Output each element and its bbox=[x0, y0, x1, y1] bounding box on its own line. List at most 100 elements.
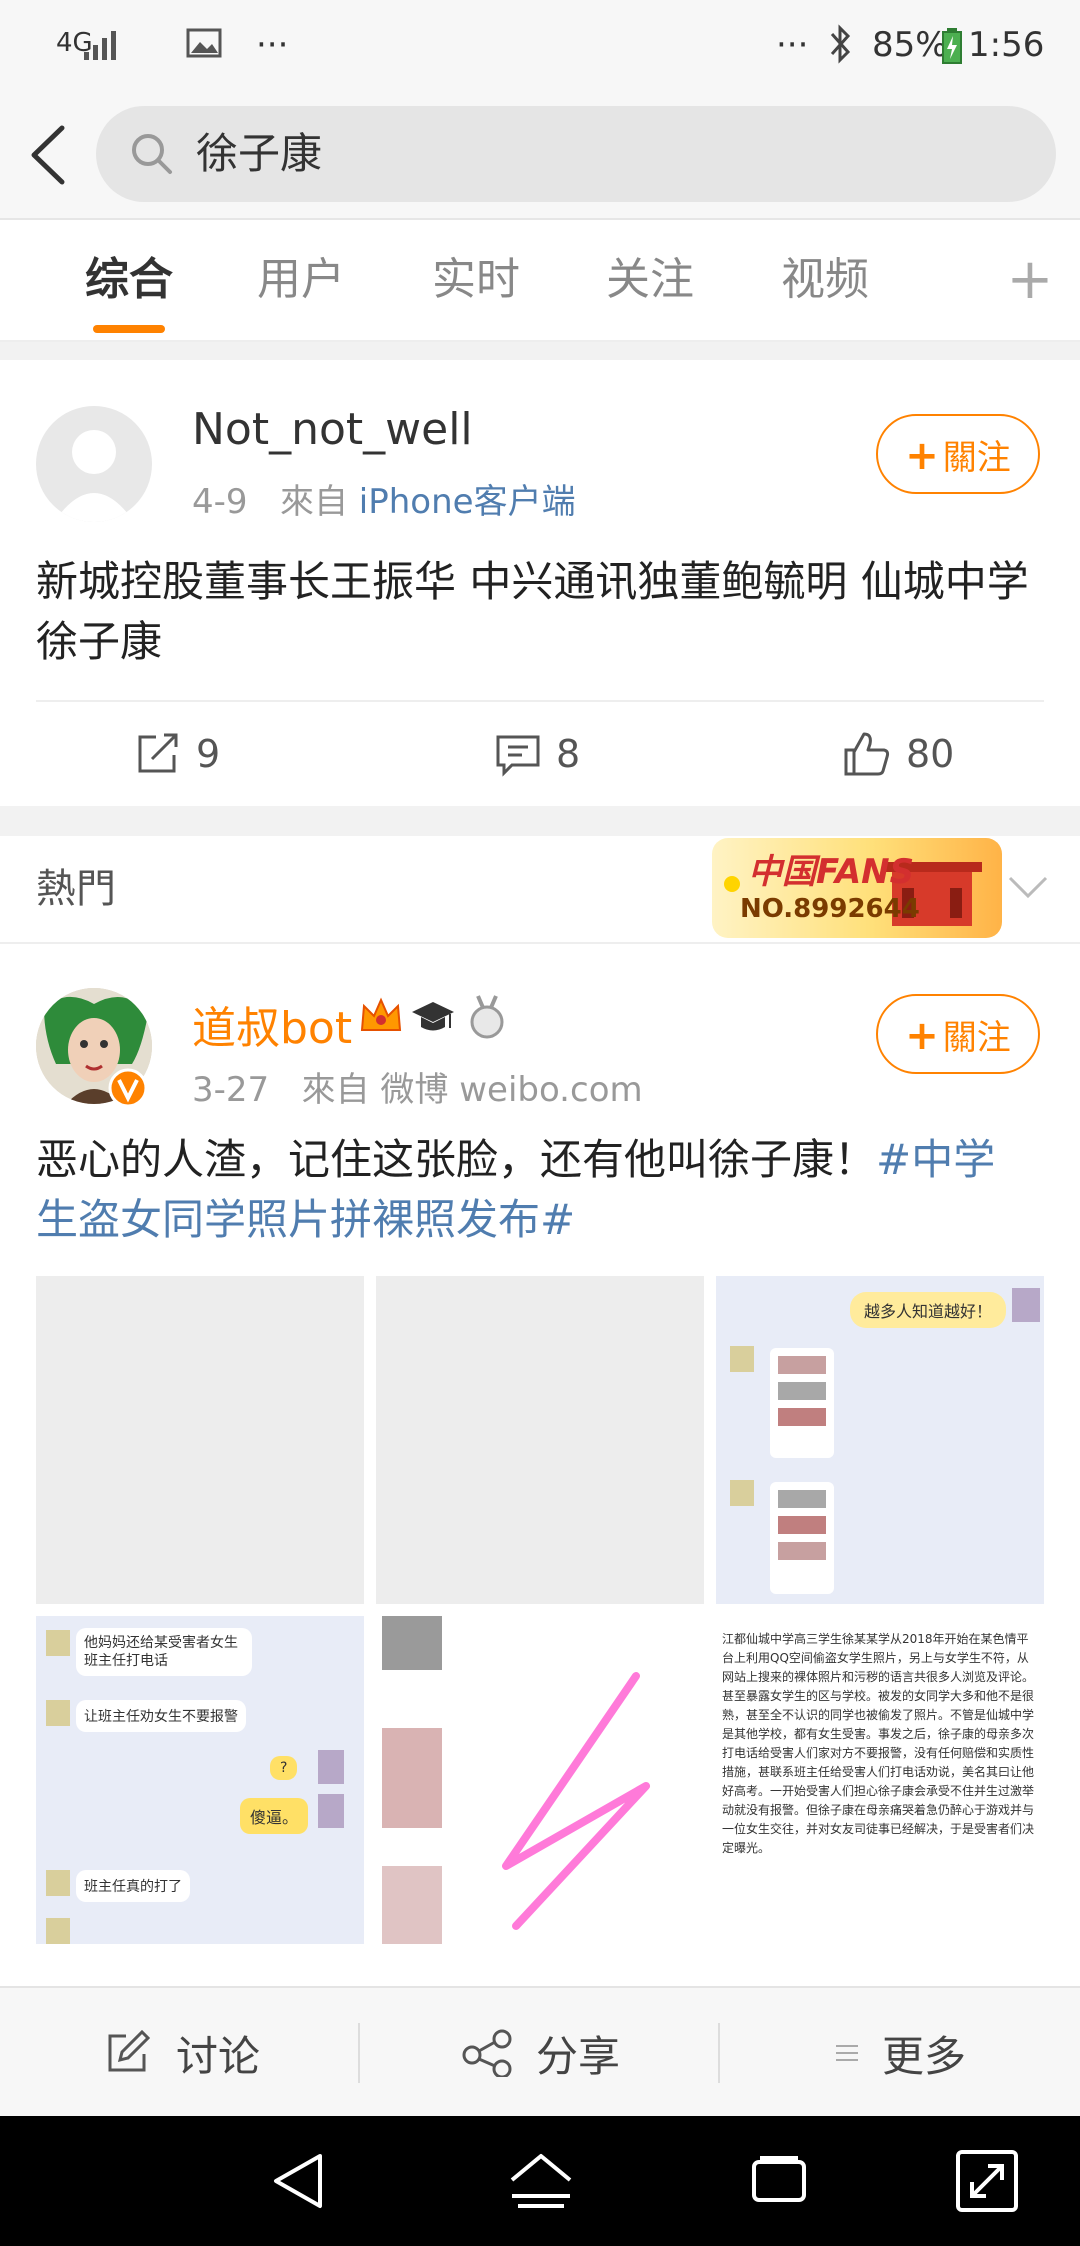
thumbnail bbox=[382, 1728, 442, 1828]
comment-icon bbox=[496, 735, 540, 777]
more-button[interactable]: 更多 bbox=[834, 1988, 966, 2118]
active-tab-indicator bbox=[93, 325, 165, 333]
username[interactable]: Not_not_well bbox=[192, 404, 473, 455]
thumbnail bbox=[382, 1866, 442, 1944]
chat-bubble: 越多人知道越好！ bbox=[850, 1292, 1007, 1328]
gallery-icon bbox=[186, 28, 222, 58]
plus-icon: + bbox=[905, 1013, 939, 1059]
comment-count: 8 bbox=[556, 732, 581, 776]
mosaic-avatar bbox=[46, 1918, 70, 1944]
menu-lines-icon bbox=[836, 2045, 858, 2061]
photo-collage-image[interactable] bbox=[376, 1616, 704, 1944]
add-tab-button[interactable]: + bbox=[1000, 220, 1060, 340]
divider bbox=[0, 342, 1080, 360]
battery-icon bbox=[942, 28, 962, 64]
fan-badge[interactable]: 中国FANS NO.8992644 bbox=[712, 838, 1002, 938]
nav-back-icon[interactable] bbox=[264, 2146, 334, 2216]
back-arrow-icon[interactable] bbox=[22, 120, 82, 190]
mosaic-avatar bbox=[1012, 1288, 1040, 1322]
source-prefix: 來自 bbox=[301, 1070, 370, 1110]
tab-users[interactable]: 用户 bbox=[221, 220, 381, 340]
post-text: 恶心的人渣，记住这张脸，还有他叫徐子康！#中学生盗女同学照片拼裸照发布# bbox=[36, 1130, 1036, 1250]
verified-badge-icon bbox=[108, 1068, 148, 1108]
search-input[interactable]: 徐子康 bbox=[96, 106, 1056, 202]
follow-button[interactable]: + 關注 bbox=[876, 414, 1040, 494]
username[interactable]: 道叔bot bbox=[192, 992, 352, 1056]
share-button[interactable]: 分享 bbox=[462, 1988, 620, 2118]
discuss-button[interactable]: 讨论 bbox=[104, 1988, 260, 2118]
post-meta: 3-27 來自 微博 weibo.com bbox=[192, 1062, 643, 1111]
mosaic-avatar bbox=[46, 1870, 70, 1896]
more-label: 更多 bbox=[882, 2031, 967, 2081]
mosaic-avatar bbox=[730, 1480, 754, 1506]
comment-button[interactable]: 8 bbox=[494, 704, 580, 804]
tab-comprehensive[interactable]: 综合 bbox=[49, 220, 209, 340]
search-header: 徐子康 bbox=[0, 90, 1080, 220]
hot-label: 熱門 bbox=[36, 866, 116, 912]
post-meta: 4-9 來自 iPhone客户端 bbox=[192, 474, 576, 523]
nav-expand-icon[interactable] bbox=[952, 2146, 1022, 2216]
nav-recents-icon[interactable] bbox=[744, 2146, 814, 2216]
fan-badge-number: NO.8992644 bbox=[740, 894, 920, 924]
search-icon bbox=[132, 134, 172, 174]
plus-icon: + bbox=[905, 433, 939, 479]
status-more-left: ··· bbox=[256, 25, 289, 65]
post-card: 道叔bot 3-27 來自 微博 weibo.com + 關注 恶心的人渣，记住这… bbox=[0, 944, 1080, 1986]
chat-screenshot-image[interactable]: 越多人知道越好！ bbox=[716, 1276, 1044, 1604]
chat-screenshot-image[interactable]: 他妈妈还给某受害者女生班主任打电话 让班主任劝女生不要报警 ? 傻逼。 班主任真… bbox=[36, 1616, 364, 1944]
image-placeholder[interactable] bbox=[36, 1276, 364, 1604]
photo-card bbox=[770, 1482, 834, 1594]
post-text: 新城控股董事长王振华 中兴通讯独董鲍毓明 仙城中学徐子康 bbox=[36, 557, 1029, 666]
mosaic-avatar bbox=[46, 1630, 70, 1656]
crown-icon bbox=[360, 997, 402, 1031]
document-screenshot-image[interactable]: 江都仙城中学高三学生徐某某学从2018年开始在某色情平台上利用QQ空间偷盗女学生… bbox=[716, 1616, 1044, 1944]
system-navigation-bar bbox=[0, 2116, 1080, 2246]
search-query: 徐子康 bbox=[196, 129, 323, 178]
divider bbox=[358, 2023, 360, 2083]
bluetooth-icon bbox=[830, 24, 851, 64]
default-avatar-icon bbox=[54, 430, 134, 522]
mosaic-avatar bbox=[318, 1750, 344, 1784]
like-count: 80 bbox=[906, 732, 955, 776]
chat-bubble: 让班主任劝女生不要报警 bbox=[76, 1700, 246, 1732]
signal-icon bbox=[84, 31, 116, 60]
chat-bubble: 班主任真的打了 bbox=[76, 1870, 190, 1902]
image-placeholder[interactable] bbox=[376, 1276, 704, 1604]
photo-card bbox=[770, 1348, 834, 1458]
divider bbox=[0, 806, 1080, 836]
post-date: 3-27 bbox=[192, 1070, 270, 1110]
mosaic-avatar bbox=[46, 1700, 70, 1726]
avatar[interactable] bbox=[36, 406, 152, 522]
repost-count: 9 bbox=[196, 732, 221, 776]
divider bbox=[36, 700, 1044, 702]
tab-realtime[interactable]: 实时 bbox=[396, 220, 556, 340]
thumbs-up-icon bbox=[844, 732, 890, 776]
like-button[interactable]: 80 bbox=[842, 704, 954, 804]
chat-bubble: ? bbox=[270, 1756, 298, 1780]
share-label: 分享 bbox=[536, 2031, 621, 2081]
post-card: Not_not_well 4-9 來自 iPhone客户端 + 關注 新城控股董事… bbox=[0, 360, 1080, 806]
document-text: 江都仙城中学高三学生徐某某学从2018年开始在某色情平台上利用QQ空间偷盗女学生… bbox=[722, 1632, 1035, 1855]
follow-label: 關注 bbox=[942, 438, 1011, 478]
battery-percent: 85% bbox=[872, 25, 948, 65]
post-source[interactable]: iPhone客户端 bbox=[359, 482, 576, 522]
nav-home-icon[interactable] bbox=[506, 2146, 576, 2216]
chevron-down-icon[interactable] bbox=[1006, 868, 1050, 908]
tab-video[interactable]: 视频 bbox=[745, 220, 905, 340]
tab-following[interactable]: 关注 bbox=[570, 220, 730, 340]
bottom-action-bar: 讨论 分享 更多 bbox=[0, 1986, 1080, 2118]
discuss-label: 讨论 bbox=[176, 2031, 261, 2081]
follow-label: 關注 bbox=[942, 1018, 1011, 1058]
edit-icon bbox=[108, 2030, 150, 2072]
follow-button[interactable]: + 關注 bbox=[876, 994, 1040, 1074]
share-icon bbox=[462, 2029, 512, 2077]
thumbnail bbox=[382, 1616, 442, 1670]
source-prefix: 來自 bbox=[279, 482, 348, 522]
scribble-mark-icon bbox=[502, 1672, 650, 1930]
tab-bar: 综合 用户 实时 关注 视频 + bbox=[0, 220, 1080, 342]
post-text-plain: 恶心的人渣，记住这张脸，还有他叫徐子康！ bbox=[36, 1135, 877, 1184]
mosaic-avatar bbox=[730, 1346, 754, 1372]
repost-button[interactable]: 9 bbox=[134, 704, 220, 804]
post-date: 4-9 bbox=[192, 482, 248, 522]
chat-bubble: 傻逼。 bbox=[240, 1798, 309, 1834]
